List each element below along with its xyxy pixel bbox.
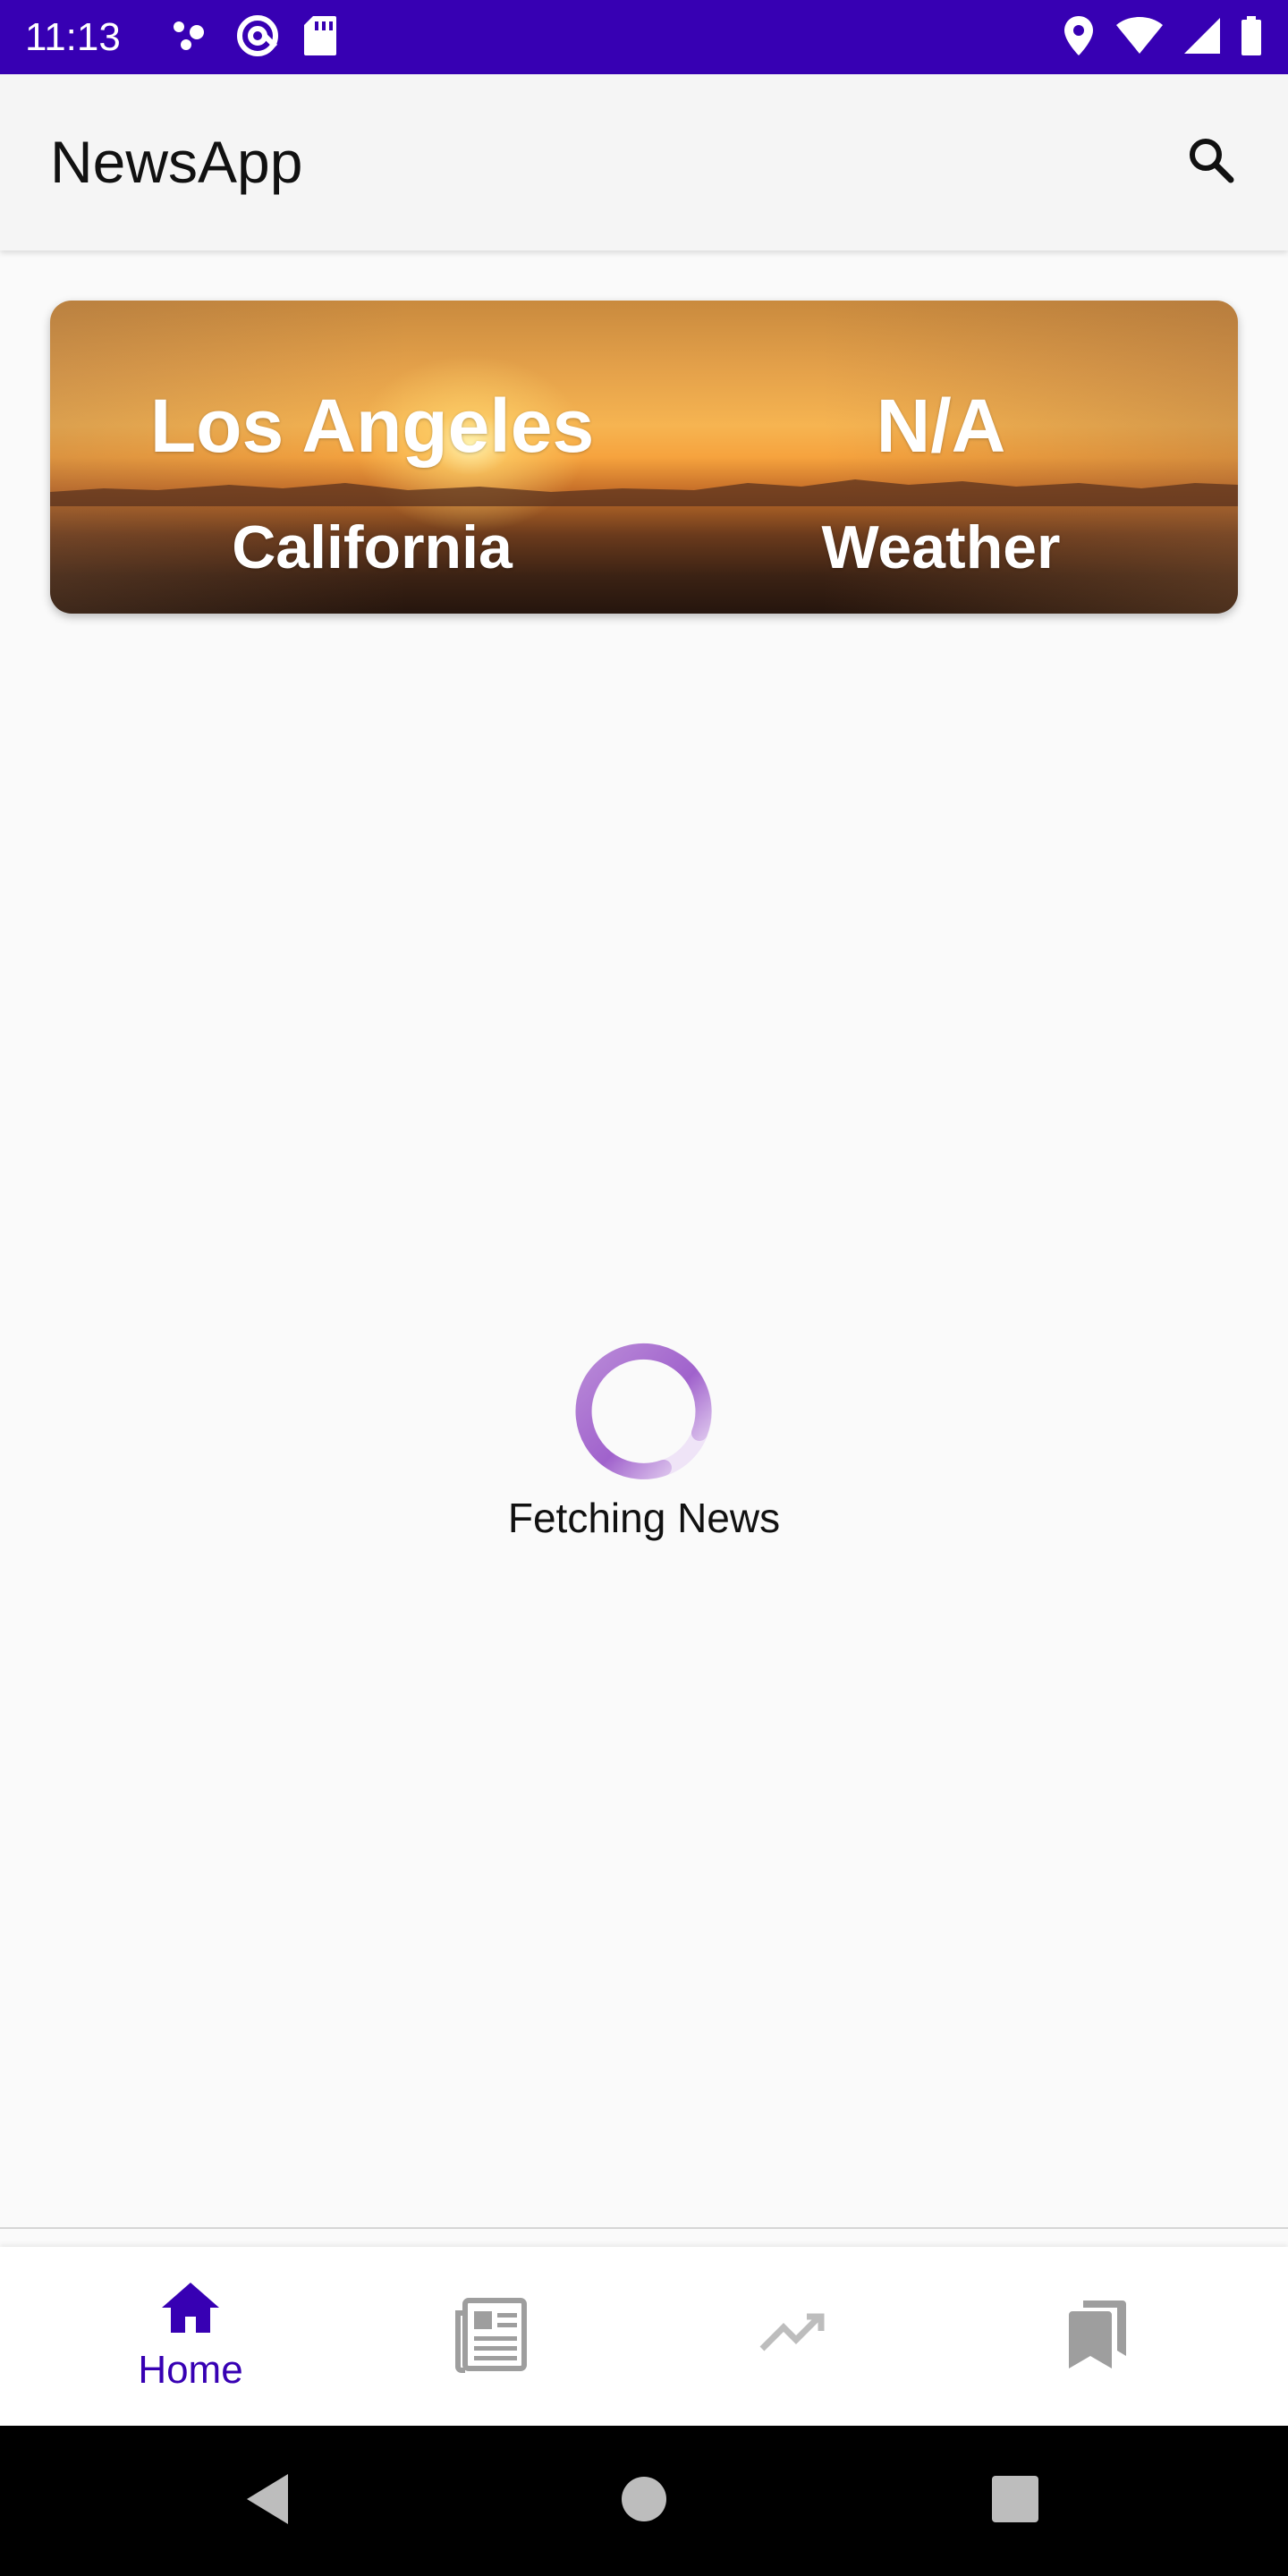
system-back-button[interactable] [224,2456,313,2546]
system-navigation-bar [0,2426,1288,2576]
nav-item-home[interactable]: Home [30,2247,352,2426]
status-left-icons [170,14,338,61]
wifi-icon [1114,14,1165,62]
temperature-value: N/A [876,384,1006,468]
system-home-button[interactable] [599,2456,689,2546]
dots-icon [170,14,213,62]
sd-card-icon [302,14,338,62]
nav-item-bookmarks[interactable] [935,2247,1257,2426]
bottom-divider [0,2227,1288,2229]
location-icon [1061,14,1097,62]
home-circle-icon [619,2474,669,2529]
battery-icon [1240,14,1263,62]
trending-icon [758,2309,830,2364]
bookmarks-icon [1062,2297,1130,2377]
back-icon [242,2470,295,2532]
status-bar: 11:13 [0,0,1288,74]
mountain-silhouette [50,479,1238,506]
nav-item-news[interactable] [331,2247,653,2426]
loading-indicator: Fetching News [0,1342,1288,1556]
search-icon [1186,135,1236,190]
home-icon [158,2279,223,2341]
status-time: 11:13 [25,15,121,59]
nav-label-home: Home [138,2347,243,2392]
search-button[interactable] [1170,121,1252,203]
bottom-navigation: Home [0,2247,1288,2426]
state-name: California [232,513,513,581]
progress-spinner [575,1343,712,1479]
app-title: NewsApp [50,129,303,195]
newspaper-icon [453,2295,531,2378]
weather-label: Weather [821,513,1061,581]
loading-text: Fetching News [507,1495,781,1541]
system-recents-button[interactable] [970,2456,1060,2546]
signal-icon [1182,14,1222,62]
status-right-icons [1061,14,1263,61]
weather-card[interactable]: Los Angeles California N/A Weather [50,301,1238,614]
recents-icon [990,2474,1040,2529]
at-sign-icon [234,13,281,64]
app-bar: NewsApp [0,74,1288,250]
city-name: Los Angeles [149,384,595,468]
nav-item-trending[interactable] [633,2247,955,2426]
